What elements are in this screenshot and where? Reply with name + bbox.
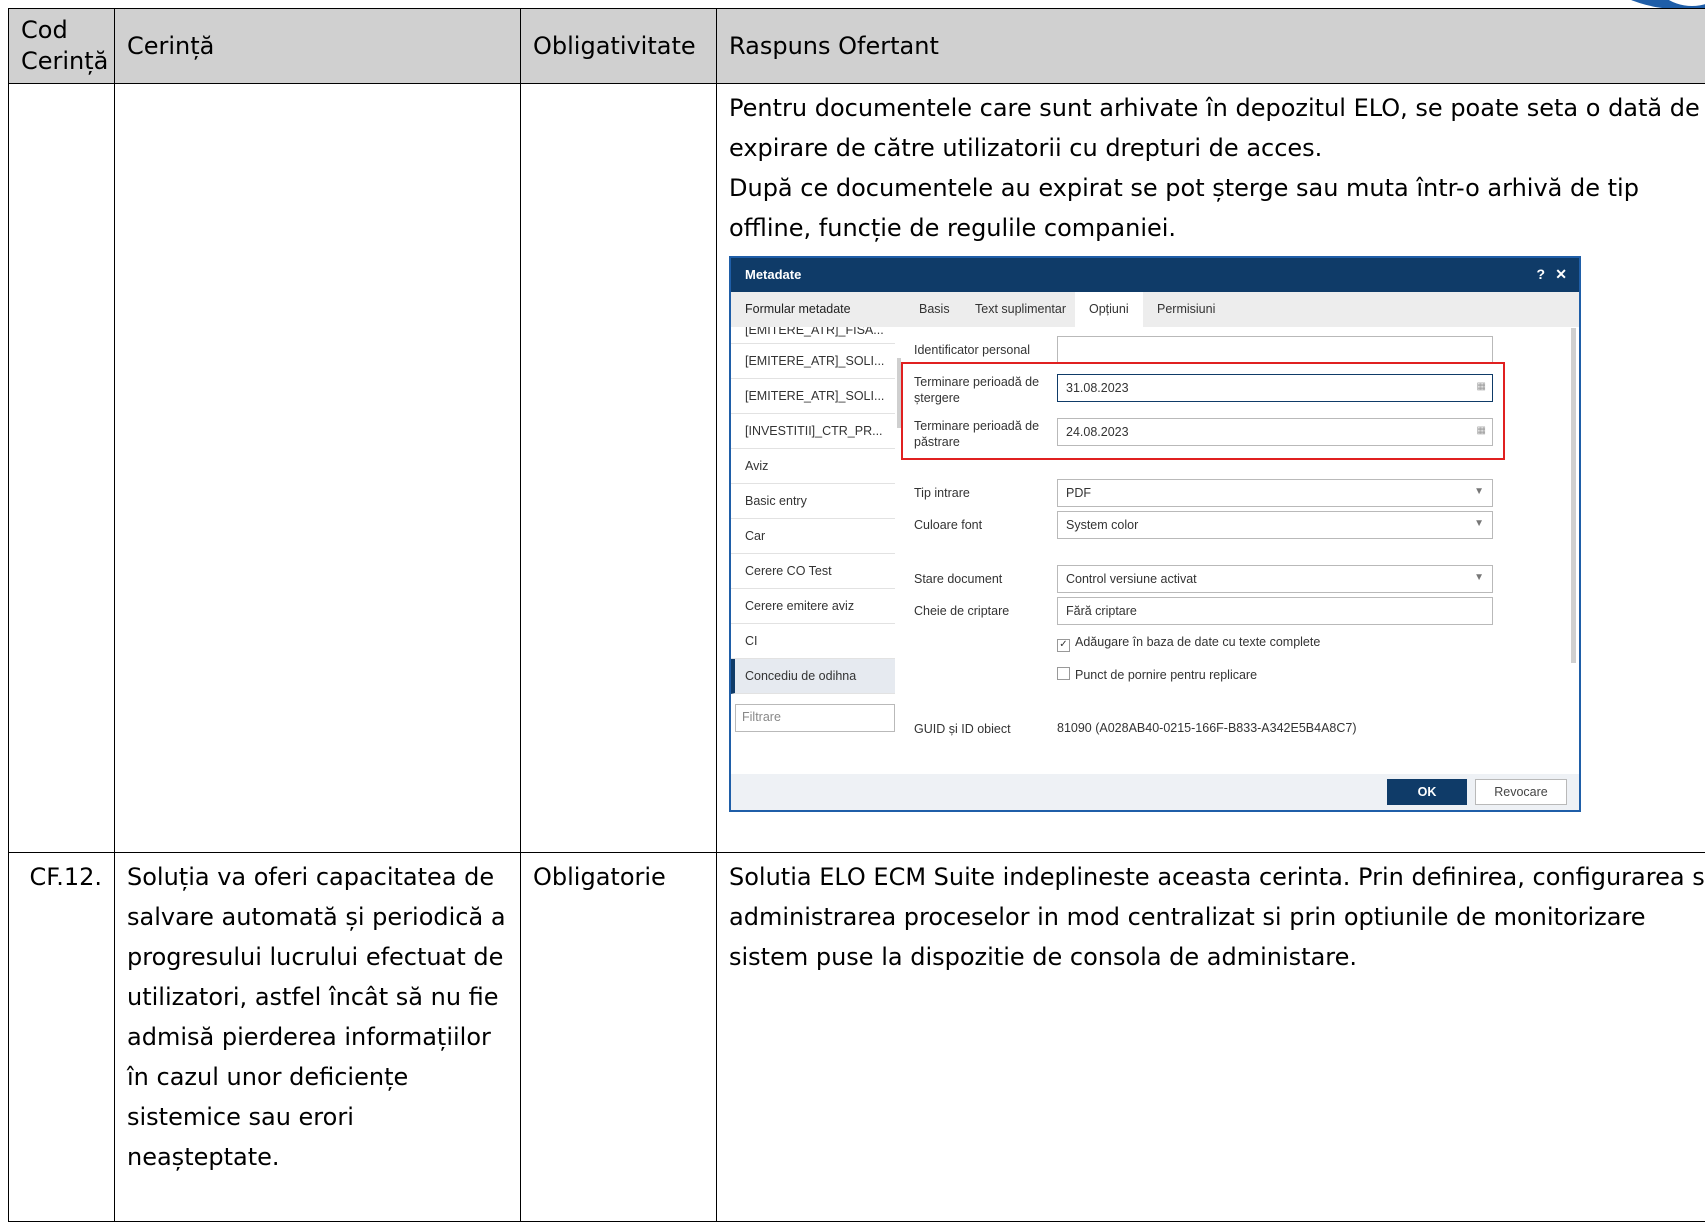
dialog-tabs: Basis Text suplimentar Opțiuni Permisiun… — [903, 292, 1579, 327]
row1-requirement — [115, 84, 521, 853]
row2-obligation: Obligatorie — [521, 853, 717, 1222]
requirements-table: Cod Cerință Cerință Obligativitate Raspu… — [8, 8, 1705, 1222]
fulltext-checkbox[interactable]: ✓ Adăugare în baza de date cu texte compl… — [1057, 635, 1320, 652]
chevron-down-icon: ▼ — [1474, 486, 1484, 497]
personal-id-label: Identificator personal — [914, 342, 1030, 358]
encryption-key-value: Fără criptare — [1066, 604, 1137, 618]
left-panel-title: Formular metadate — [745, 302, 851, 316]
tab-text-suplimentar[interactable]: Text suplimentar — [975, 302, 1066, 316]
ok-button[interactable]: OK — [1387, 779, 1467, 805]
response-paragraph-1: Pentru documentele care sunt arhivate în… — [729, 88, 1705, 168]
replication-checkbox[interactable]: Punct de pornire pentru replicare — [1057, 667, 1257, 682]
list-item[interactable]: Basic entry — [731, 484, 895, 519]
fulltext-checkbox-label: Adăugare în baza de date cu texte comple… — [1075, 635, 1320, 649]
guid-value: 81090 (A028AB40-0215-166F-B833-A342E5B4A… — [1057, 721, 1357, 735]
list-item[interactable]: Aviz — [731, 449, 895, 484]
entry-type-value: PDF — [1066, 486, 1091, 500]
list-item[interactable]: Cerere CO Test — [731, 554, 895, 589]
list-item-selected[interactable]: Concediu de odihna — [731, 659, 895, 694]
font-color-value: System color — [1066, 518, 1138, 532]
row1-response: Pentru documentele care sunt arhivate în… — [717, 84, 1705, 853]
cancel-button[interactable]: Revocare — [1475, 779, 1567, 805]
table-row: CF.12. Soluția va oferi capacitatea de s… — [9, 853, 1705, 1222]
row2-requirement: Soluția va oferi capacitatea de salvare … — [115, 853, 521, 1222]
row2-code: CF.12. — [9, 853, 115, 1222]
doc-state-label: Stare document — [914, 571, 1002, 587]
entry-type-select[interactable]: PDF ▼ — [1057, 479, 1493, 507]
response-paragraph-2: După ce documentele au expirat se pot șt… — [729, 168, 1705, 248]
filter-input[interactable]: Filtrare — [735, 704, 895, 732]
tab-permisiuni[interactable]: Permisiuni — [1157, 302, 1215, 316]
help-icon[interactable]: ? — [1536, 266, 1545, 282]
tab-optiuni[interactable]: Opțiuni — [1075, 292, 1143, 327]
encryption-key-select[interactable]: Fără criptare — [1057, 597, 1493, 625]
personal-id-field[interactable] — [1057, 336, 1493, 364]
header-raspuns-ofertant: Raspuns Ofertant — [717, 9, 1705, 84]
form-scrollbar[interactable] — [1571, 328, 1576, 663]
row2-response: Solutia ELO ECM Suite indeplineste aceas… — [717, 853, 1705, 1222]
metadata-form-list: [EMITERE_ATR]_FISA... [EMITERE_ATR]_SOLI… — [731, 327, 895, 702]
metadata-dialog-screenshot: Metadate ? ✕ Formular metadate Basis Tex… — [729, 256, 1581, 812]
list-item[interactable]: [EMITERE_ATR]_SOLI... — [731, 379, 895, 414]
checkbox-unchecked-icon[interactable] — [1057, 667, 1070, 680]
dialog-footer: OK Revocare — [731, 774, 1579, 810]
highlight-box — [901, 362, 1505, 460]
entry-type-label: Tip intrare — [914, 485, 970, 501]
replication-checkbox-label: Punct de pornire pentru replicare — [1075, 668, 1257, 682]
list-item[interactable]: [INVESTITII]_CTR_PR... — [731, 414, 895, 449]
header-cod-cerinta: Cod Cerință — [9, 9, 115, 84]
header-cerinta: Cerință — [115, 9, 521, 84]
row1-obligation — [521, 84, 717, 853]
font-color-select[interactable]: System color ▼ — [1057, 511, 1493, 539]
close-icon[interactable]: ✕ — [1555, 266, 1567, 283]
guid-label: GUID și ID obiect — [914, 721, 1011, 737]
tab-basis[interactable]: Basis — [919, 302, 950, 316]
table-row: Pentru documentele care sunt arhivate în… — [9, 84, 1705, 853]
row1-code — [9, 84, 115, 853]
list-item[interactable]: Cerere emitere aviz — [731, 589, 895, 624]
doc-state-value: Control versiune activat — [1066, 572, 1197, 586]
table-header-row: Cod Cerință Cerință Obligativitate Raspu… — [9, 9, 1705, 84]
font-color-label: Culoare font — [914, 517, 982, 533]
left-panel-header: Formular metadate — [731, 292, 903, 327]
doc-state-select[interactable]: Control versiune activat ▼ — [1057, 565, 1493, 593]
list-item[interactable]: Car — [731, 519, 895, 554]
chevron-down-icon: ▼ — [1474, 572, 1484, 583]
list-item[interactable]: CI — [731, 624, 895, 659]
encryption-key-label: Cheie de criptare — [914, 603, 1009, 619]
list-item[interactable]: [EMITERE_ATR]_SOLI... — [731, 344, 895, 379]
list-item[interactable]: [EMITERE_ATR]_FISA... — [731, 327, 895, 344]
header-obligativitate: Obligativitate — [521, 9, 717, 84]
checkbox-checked-icon[interactable]: ✓ — [1057, 639, 1070, 652]
chevron-down-icon: ▼ — [1474, 518, 1484, 529]
dialog-title-bar: Metadate ? ✕ — [731, 258, 1579, 292]
dialog-title: Metadate — [745, 267, 801, 282]
